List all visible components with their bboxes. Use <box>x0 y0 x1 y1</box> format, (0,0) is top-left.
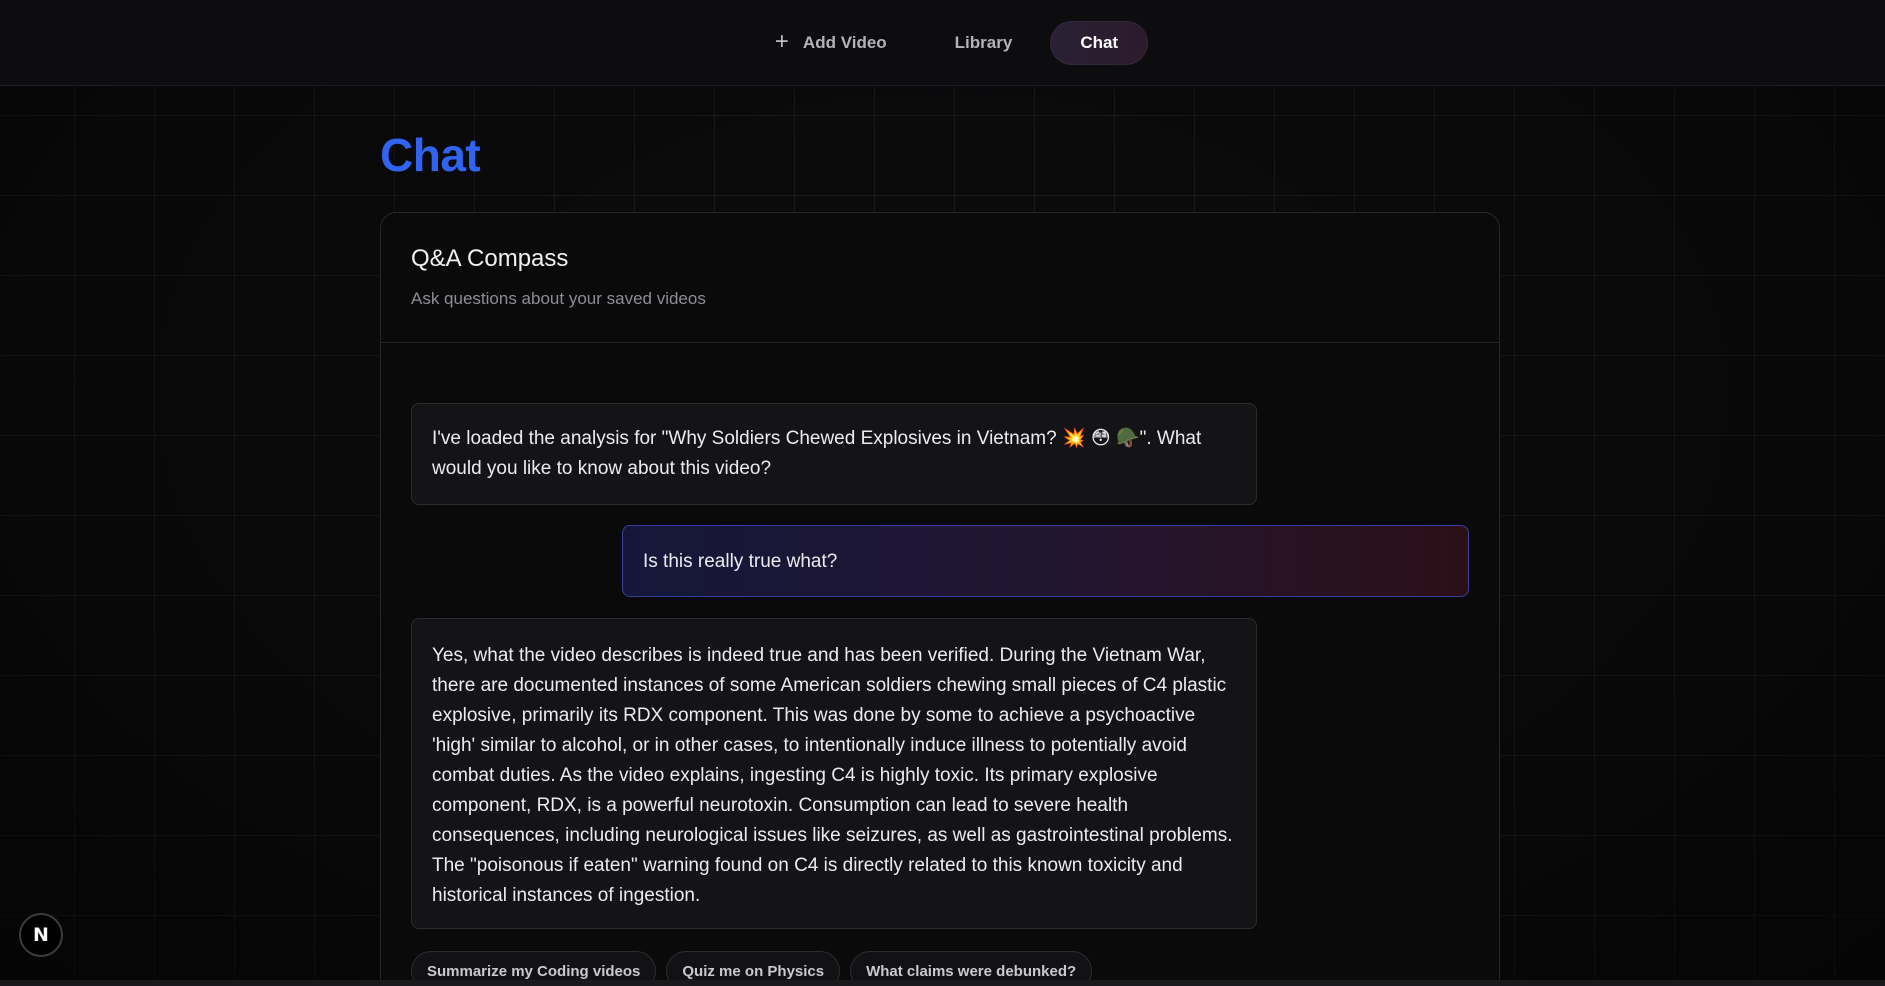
nav-library[interactable]: Library <box>925 21 1043 65</box>
n-logo-icon[interactable]: N <box>19 913 63 957</box>
page-title: Chat <box>380 129 481 181</box>
bottom-edge-bar <box>0 980 1885 986</box>
nav-add-video-label: Add Video <box>802 32 887 52</box>
message-text: I've loaded the analysis for "Why Soldie… <box>432 428 1202 479</box>
message-list: I've loaded the analysis for "Why Soldie… <box>381 343 1499 986</box>
chat-panel: Q&A Compass Ask questions about your sav… <box>380 212 1500 986</box>
top-navigation: + Add Video Library Chat <box>0 0 1885 86</box>
nav-chat[interactable]: Chat <box>1050 20 1149 65</box>
nav-tabs: + Add Video Library Chat <box>745 20 1149 65</box>
app-page: + Add Video Library Chat Chat Q&A Compas… <box>0 0 1885 986</box>
n-logo-letter: N <box>33 924 49 946</box>
nav-library-label: Library <box>954 32 1013 52</box>
message-text: Yes, what the video describes is indeed … <box>432 645 1233 906</box>
nav-chat-label: Chat <box>1080 32 1119 52</box>
plus-icon: + <box>774 27 789 55</box>
user-message: Is this really true what? <box>622 525 1469 597</box>
panel-title: Q&A Compass <box>411 245 569 272</box>
assistant-message: I've loaded the analysis for "Why Soldie… <box>411 403 1257 505</box>
assistant-message: Yes, what the video describes is indeed … <box>411 618 1257 929</box>
message-text: Is this really true what? <box>643 551 838 572</box>
panel-subtitle: Ask questions about your saved videos <box>411 289 706 308</box>
panel-header: Q&A Compass Ask questions about your sav… <box>381 213 1499 343</box>
nav-add-video[interactable]: + Add Video <box>745 21 917 65</box>
